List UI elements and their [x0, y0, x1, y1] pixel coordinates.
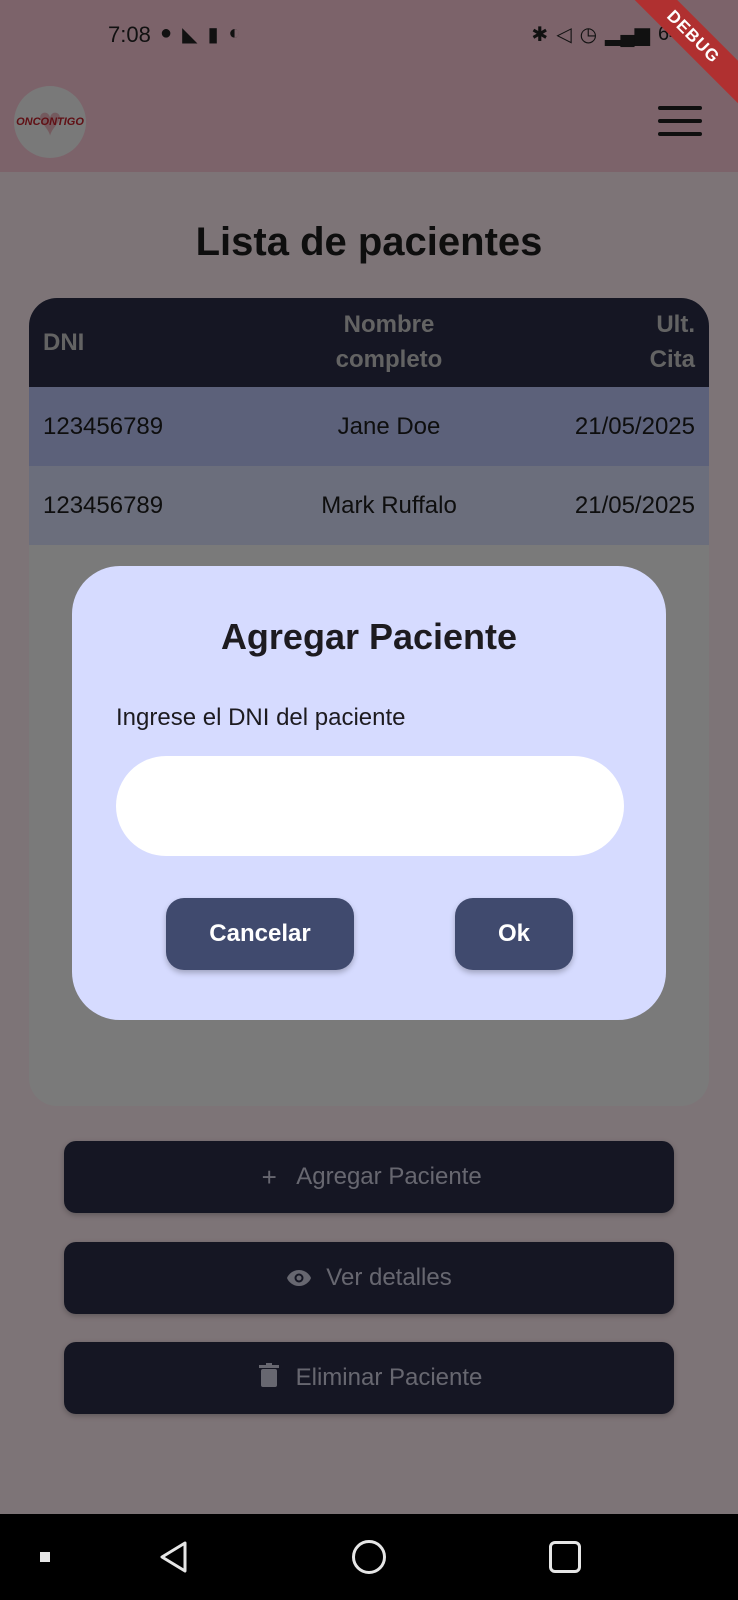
home-icon[interactable]	[352, 1540, 386, 1574]
back-icon[interactable]	[158, 1540, 188, 1574]
cancel-button[interactable]: Cancelar	[166, 898, 354, 970]
add-patient-dialog: Agregar Paciente Ingrese el DNI del paci…	[72, 566, 666, 1020]
ok-button[interactable]: Ok	[455, 898, 573, 970]
dni-field-label: Ingrese el DNI del paciente	[116, 704, 406, 731]
nav-indicator-icon	[40, 1552, 50, 1562]
dialog-title: Agregar Paciente	[220, 616, 518, 657]
recent-apps-icon[interactable]	[549, 1541, 581, 1573]
dni-input[interactable]	[116, 756, 624, 856]
